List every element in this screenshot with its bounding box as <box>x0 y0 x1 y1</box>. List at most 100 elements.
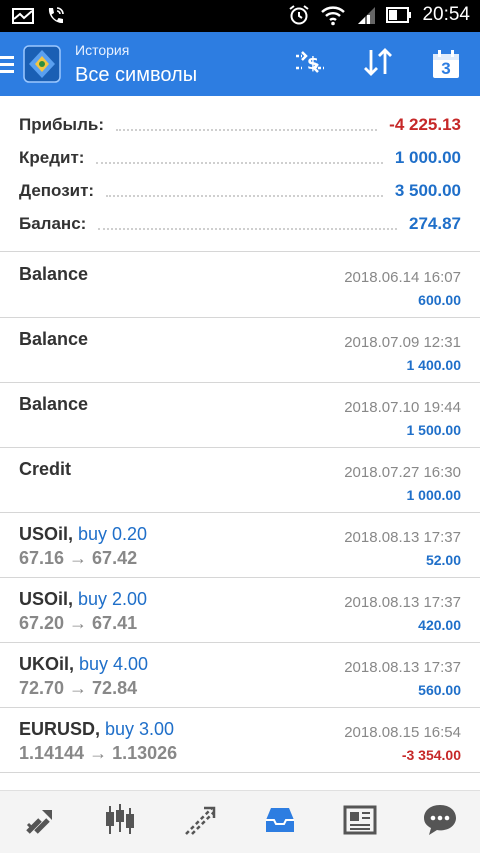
summary-panel: Прибыль: -4 225.13 Кредит: 1 000.00 Депозит:… <box>0 96 480 252</box>
entry-price: 72.70 → 72.84 <box>19 678 138 698</box>
summary-row: Кредит: 1 000.00 <box>0 141 480 174</box>
entry-title: USOil, buy 0.20 <box>19 524 147 545</box>
news-icon <box>342 802 378 843</box>
summary-dots <box>106 194 383 197</box>
history-entry[interactable]: USOil, buy 0.20 67.16 → 67.42 2018.08.13 1… <box>0 513 480 578</box>
entry-symbol: UKOil, <box>19 654 75 674</box>
entry-time: 2018.07.09 12:31 <box>344 334 461 351</box>
history-entry[interactable]: USOil, buy 2.00 67.20 → 67.41 2018.08.13 1… <box>0 578 480 643</box>
entry-profit: 1 400.00 <box>406 357 462 373</box>
entry-symbol: Balance <box>19 394 89 414</box>
entry-profit: 600.00 <box>418 292 461 308</box>
entry-profit: -3 354.00 <box>401 747 461 763</box>
summary-dots <box>98 227 397 230</box>
entry-time: 2018.07.10 19:44 <box>344 399 461 416</box>
nav-history[interactable] <box>240 791 320 853</box>
entry-profit: 1 500.00 <box>406 422 462 438</box>
entry-symbol: Balance <box>19 264 89 284</box>
mail-icon <box>12 7 34 25</box>
summary-dots <box>96 161 383 164</box>
entry-symbol: USOil, <box>19 589 74 609</box>
symbol-selector[interactable]: Все символы <box>75 64 197 87</box>
nav-quotes[interactable] <box>0 791 80 853</box>
history-entry[interactable]: UKOil, buy 4.00 72.70 → 72.84 2018.08.13 1… <box>0 643 480 708</box>
entry-time: 2018.08.13 17:37 <box>344 659 461 676</box>
calendar-day: 3 <box>441 59 451 78</box>
wifi-icon <box>320 4 346 26</box>
appbar-title: История <box>75 42 130 58</box>
summary-label: Баланс: <box>19 213 87 233</box>
summary-row: Депозит: 3 500.00 <box>0 174 480 207</box>
entry-title: UKOil, buy 4.00 <box>19 654 148 675</box>
status-time: 20:54 <box>422 4 470 25</box>
currency-filter-button[interactable]: $ <box>276 32 344 96</box>
entry-title: Credit <box>19 459 71 480</box>
bottom-navigation <box>0 790 480 853</box>
trade-icon <box>182 802 218 843</box>
summary-label: Прибыль: <box>19 114 104 134</box>
entry-deal: buy 4.00 <box>74 654 149 674</box>
entry-time: 2018.08.13 17:37 <box>344 594 461 611</box>
entry-deal: buy 2.00 <box>73 589 148 609</box>
entry-title: EURUSD, buy 3.00 <box>19 719 174 740</box>
entry-profit: 52.00 <box>425 552 461 568</box>
summary-row: Баланс: 274.87 <box>0 207 480 240</box>
entry-profit: 420.00 <box>418 617 461 633</box>
entry-time: 2018.07.27 16:30 <box>344 464 461 481</box>
entry-symbol: EURUSD, <box>19 719 101 739</box>
sort-icon <box>361 47 395 82</box>
entry-time: 2018.08.15 16:54 <box>344 724 461 741</box>
summary-label: Депозит: <box>19 180 95 200</box>
menu-icon[interactable] <box>0 52 14 76</box>
app-bar: История Все символы $ 3 <box>0 32 480 96</box>
summary-dots <box>115 128 378 131</box>
summary-value: -4 225.13 <box>389 114 461 134</box>
nav-chat[interactable] <box>400 791 480 853</box>
entry-time: 2018.06.14 16:07 <box>344 269 461 286</box>
summary-value: 3 500.00 <box>394 180 461 200</box>
quotes-icon <box>22 802 58 843</box>
entry-symbol: Balance <box>19 329 89 349</box>
summary-label: Кредит: <box>19 147 85 167</box>
chat-icon <box>422 802 458 843</box>
currency-filter-icon: $ <box>292 47 328 82</box>
entry-title: Balance <box>19 329 88 350</box>
entry-symbol: Credit <box>19 459 72 479</box>
entry-price: 67.20 → 67.41 <box>19 613 138 633</box>
alarm-icon <box>288 4 310 26</box>
app-logo[interactable] <box>22 44 62 84</box>
entry-profit: 560.00 <box>418 682 461 698</box>
entry-deal: buy 3.00 <box>100 719 175 739</box>
summary-value: 1 000.00 <box>394 147 461 167</box>
status-bar: 20:54 <box>0 0 480 32</box>
entry-profit: 1 000.00 <box>406 487 462 503</box>
battery-icon <box>386 6 412 24</box>
entry-time: 2018.08.13 17:37 <box>344 529 461 546</box>
history-entry[interactable]: EURUSD, buy 3.00 1.14144 → 1.13026 2018.08… <box>0 708 480 773</box>
nav-trade[interactable] <box>160 791 240 853</box>
signal-icon <box>356 5 376 25</box>
history-icon <box>262 802 298 843</box>
entry-symbol: USOil, <box>19 524 74 544</box>
calendar-button[interactable]: 3 <box>412 32 480 96</box>
entry-title: USOil, buy 2.00 <box>19 589 147 610</box>
summary-row: Прибыль: -4 225.13 <box>0 108 480 141</box>
entry-price: 1.14144 → 1.13026 <box>19 743 178 763</box>
chart-icon <box>102 802 138 843</box>
entry-deal: buy 0.20 <box>73 524 148 544</box>
nav-chart[interactable] <box>80 791 160 853</box>
calendar-icon: 3 <box>430 48 462 80</box>
history-entry[interactable]: Balance 2018.07.10 19:44 1 500.00 <box>0 383 480 448</box>
entry-title: Balance <box>19 394 88 415</box>
history-entry[interactable]: Balance 2018.06.14 16:07 600.00 <box>0 253 480 318</box>
entry-price: 67.16 → 67.42 <box>19 548 138 568</box>
phone-icon <box>44 5 66 27</box>
nav-news[interactable] <box>320 791 400 853</box>
summary-value: 274.87 <box>409 213 461 233</box>
entry-title: Balance <box>19 264 88 285</box>
sort-button[interactable] <box>344 32 412 96</box>
history-entry[interactable]: Credit 2018.07.27 16:30 1 000.00 <box>0 448 480 513</box>
history-list[interactable]: Balance 2018.06.14 16:07 600.00 Balance 2018… <box>0 253 480 773</box>
history-entry[interactable]: Balance 2018.07.09 12:31 1 400.00 <box>0 318 480 383</box>
svg-text:$: $ <box>307 54 319 74</box>
